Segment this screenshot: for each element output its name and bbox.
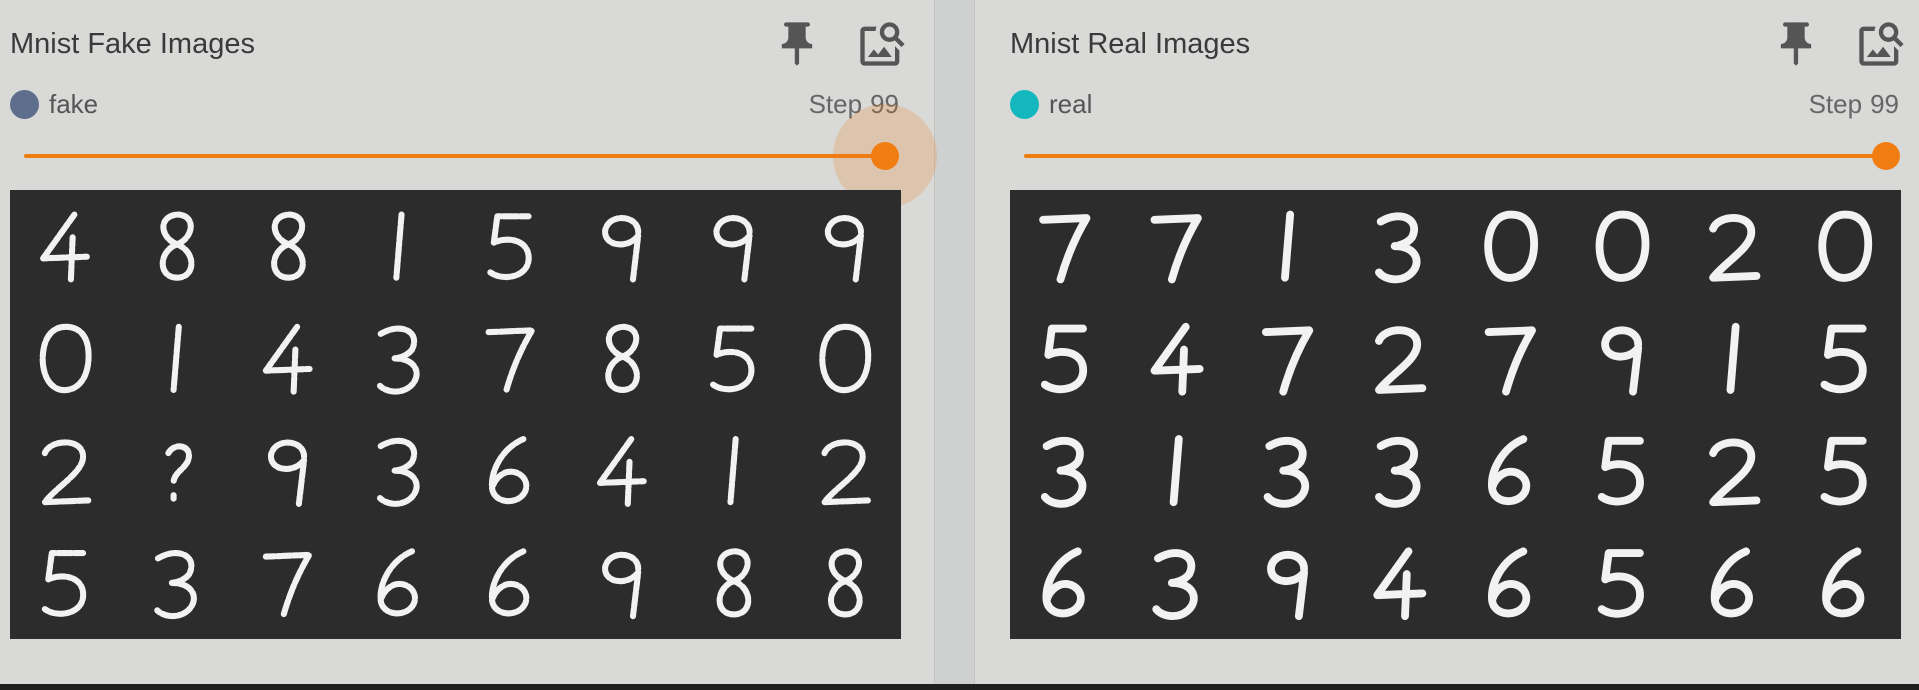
run-color-dot: [1010, 89, 1039, 119]
digit-cell: [153, 550, 197, 620]
digit-cell: [1597, 549, 1644, 618]
digit-cell: [1150, 322, 1204, 396]
card-mnist-real-images: Mnist Real Images real Step 99: [974, 0, 1919, 684]
digit-cell: [1488, 547, 1531, 618]
digit-cell: [1261, 326, 1314, 396]
digit-cell: [1152, 549, 1198, 620]
digit-cell: [485, 327, 536, 395]
slider-thumb[interactable]: [871, 142, 899, 170]
run-label: fake: [49, 88, 99, 119]
digit-cell: [488, 436, 530, 505]
image-search-icon[interactable]: [856, 18, 908, 70]
digit-cell: [262, 323, 315, 395]
digit-cell: [165, 443, 192, 502]
digit-cell: [1597, 436, 1644, 506]
bottom-edge: [0, 684, 1919, 690]
fake-digit-image: [10, 190, 901, 639]
digit-cell: [819, 323, 872, 394]
digit-cell: [1709, 438, 1761, 507]
step-slider[interactable]: [24, 104, 937, 208]
digit-cell: [716, 548, 752, 618]
digit-cell: [1281, 210, 1295, 282]
digit-cell: [170, 323, 182, 393]
digit-cell: [1601, 326, 1643, 396]
digit-cell: [1710, 547, 1753, 618]
digit-cell: [1042, 547, 1085, 618]
digit-cell: [605, 323, 640, 393]
digit-cell: [1488, 435, 1531, 505]
digit-cell: [393, 211, 405, 281]
digit-cell: [1150, 214, 1202, 284]
digit-cell: [1820, 324, 1867, 394]
digit-cell: [1375, 212, 1421, 284]
digit-cell: [1595, 210, 1650, 282]
slider-track[interactable]: [24, 154, 885, 158]
digit-cell: [1818, 210, 1873, 282]
digit-cell: [1820, 436, 1867, 506]
slider-track[interactable]: [1024, 154, 1886, 158]
digit-cell: [1039, 214, 1091, 284]
digit-cell: [377, 548, 418, 617]
card-title: Mnist Fake Images: [10, 28, 255, 60]
digit-cell: [40, 211, 92, 283]
digit-cell: [1373, 547, 1427, 621]
step-value: 99: [1870, 89, 1899, 119]
digit-cell: [1375, 326, 1427, 394]
digit-cell: [1267, 550, 1308, 621]
digit-cell: [602, 215, 642, 283]
digit-cell: [1169, 435, 1183, 507]
digit-cell: [1040, 324, 1087, 394]
digit-cell: [375, 325, 420, 395]
digit-cell: [159, 211, 195, 281]
digit-cell: [487, 213, 532, 281]
digit-cell: [727, 436, 739, 506]
digit-cell: [602, 551, 642, 620]
digit-cell: [1375, 436, 1421, 508]
digit-cell: [713, 215, 753, 283]
digit-cell: [1484, 210, 1538, 282]
digit-cell: [1709, 214, 1761, 282]
digit-cell: [41, 550, 87, 617]
digit-cell: [1726, 322, 1740, 394]
digit-cell: [824, 215, 864, 283]
pin-icon[interactable]: [1770, 18, 1822, 70]
digit-cell: [710, 325, 755, 393]
slider-thumb[interactable]: [1872, 142, 1900, 170]
digit-cell: [1822, 547, 1865, 618]
run-color-dot: [10, 89, 39, 119]
digit-cell: [375, 437, 420, 507]
image-search-icon[interactable]: [1855, 18, 1907, 70]
digit-cell: [1040, 436, 1087, 508]
step-slider[interactable]: [1024, 130, 1900, 182]
digit-cell: [39, 323, 92, 394]
run-legend: fake: [10, 86, 98, 122]
digit-cell: [596, 436, 649, 507]
digit-cell: [271, 211, 306, 281]
digit-cell: [41, 439, 92, 506]
digit-cell: [828, 548, 863, 618]
pin-icon[interactable]: [771, 18, 823, 70]
digit-cell: [268, 439, 308, 507]
run-legend: real: [1010, 86, 1092, 122]
digit-cell: [488, 548, 530, 617]
digit-cell: [1263, 436, 1310, 508]
digit-cell: [821, 439, 871, 506]
real-digit-image: [1010, 190, 1901, 639]
real-digit-grid: [1039, 210, 1873, 621]
fake-digit-grid: [39, 211, 872, 620]
card-mnist-fake-images: Mnist Fake Images fake Step 99: [0, 0, 937, 684]
step-prefix: Step: [1808, 89, 1863, 119]
digit-cell: [262, 551, 313, 620]
digit-cell: [1484, 326, 1536, 396]
run-label: real: [1049, 88, 1093, 119]
step-label: Step 99: [1809, 89, 1899, 120]
card-title: Mnist Real Images: [1010, 28, 1251, 60]
